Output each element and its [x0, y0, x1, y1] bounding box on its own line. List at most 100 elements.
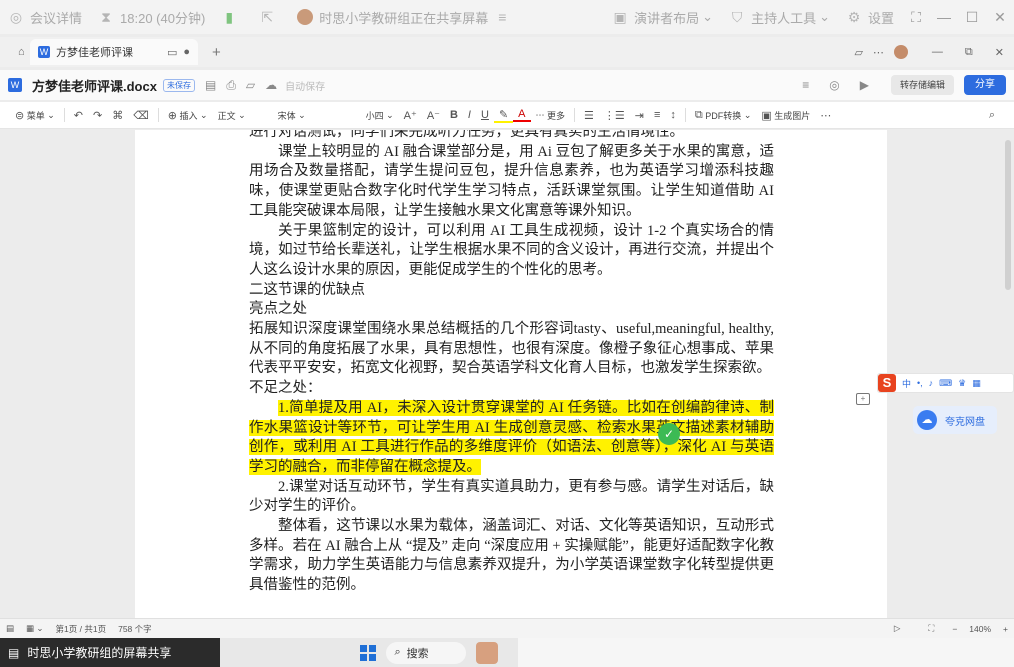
line-spacing-icon[interactable]: ↕	[665, 109, 681, 121]
play-icon[interactable]: ▷	[888, 623, 907, 634]
document-body[interactable]: 进行对话测试，同学们采完成听力任务，更具有真实的生活情境性。 课堂上较明显的 AI…	[249, 130, 774, 596]
highlight-icon[interactable]: ✎	[493, 108, 514, 123]
tab-window-icon[interactable]: ▭	[167, 46, 177, 59]
windows-start-icon[interactable]	[360, 644, 377, 661]
close-icon[interactable]: ✕	[995, 46, 1004, 59]
tab-document[interactable]: W 方梦佳老师评课 ▭ ●	[30, 39, 198, 65]
font-color-icon[interactable]: A	[513, 108, 531, 122]
user-avatar[interactable]	[893, 45, 908, 59]
folder-icon[interactable]: ▱	[854, 46, 862, 59]
convert-button[interactable]: 转存储编辑	[890, 75, 954, 95]
fullscreen-icon[interactable]: ⛶	[902, 9, 930, 26]
tab-bar: ⌂ W 方梦佳老师评课 ▭ ● + ▱ ⋯ — ⧉ ✕	[0, 37, 1014, 67]
signal-button[interactable]: ▮	[213, 0, 251, 34]
ribbon-toolbar: ⊜ 菜单 ⌄ ↶ ↷ ⌘ ⌫ ⊕ 插入 ⌄ 正文 ⌄ 宋体 ⌄ 小四 ⌄ A⁺ …	[0, 102, 1014, 129]
screen-share-indicator[interactable]: ▤ 时思小学教研组的屏幕共享	[0, 638, 221, 667]
overflow-icon[interactable]: ⋯	[815, 109, 836, 122]
zoom-out-icon[interactable]: −	[946, 624, 963, 634]
settings-button[interactable]: ⚙ 设置	[838, 0, 902, 34]
grow-font-icon[interactable]: A⁺	[399, 109, 422, 122]
document-paragraph[interactable]: 整体看，这节课以水果为载体，涵盖词汇、对话、文化等英语知识，互动形式多样。若在 …	[249, 517, 774, 596]
host-tools-button[interactable]: ⛉ 主持人工具 ⌄	[721, 0, 838, 34]
page-view-icon[interactable]: ▤	[0, 623, 20, 634]
fit-icon[interactable]: ⛶	[922, 623, 940, 634]
zoom-in-icon[interactable]: +	[997, 624, 1014, 634]
meeting-toolbar: ◎ 会议详情 ⧗ 18:20 (40分钟) ▮ ⇱ 时思小学教研组正在共享屏幕 …	[0, 0, 1014, 34]
document-paragraph[interactable]: 1.简单提及用 AI，未深入设计贯穿课堂的 AI 任务链。比如在创编韵律诗、制作…	[249, 399, 774, 478]
presenter-layout-button[interactable]: ▣ 演讲者布局 ⌄	[604, 0, 721, 34]
style-select[interactable]: 正文 ⌄	[213, 109, 273, 122]
document-page[interactable]: 进行对话测试，同学们采完成听力任务，更具有真实的生活情境性。 课堂上较明显的 AI…	[135, 130, 887, 618]
underline-icon[interactable]: U	[476, 109, 494, 121]
redo-icon[interactable]: ↷	[88, 109, 107, 122]
page-info: 第1页 / 共1页	[55, 623, 107, 634]
file-name[interactable]: 方梦佳老师评课.docx	[32, 76, 157, 95]
generate-image-button[interactable]: ▣ 生成图片	[756, 109, 815, 122]
home-icon[interactable]: ⌂	[18, 46, 25, 58]
taskbar-app-avatar[interactable]	[475, 641, 498, 664]
document-paragraph[interactable]: 拓展知识深度课堂围绕水果总结概括的几个形容词tasty、useful,meani…	[249, 320, 774, 379]
save-icon[interactable]: ▤	[205, 78, 216, 92]
ai-icon[interactable]: ◎	[829, 78, 839, 92]
indent-icon[interactable]: ⇥	[630, 109, 649, 122]
tab-dot-icon: ●	[183, 46, 190, 58]
menu-icon[interactable]: ≡	[802, 78, 809, 92]
close-icon[interactable]: ✕	[986, 9, 1014, 26]
sharer-avatar	[297, 9, 314, 25]
menu-button[interactable]: ⊜ 菜单 ⌄	[10, 109, 60, 122]
word-count[interactable]: 758 个字	[112, 623, 158, 635]
screen-share-icon: ▤	[8, 645, 20, 660]
font-size-select[interactable]: 小四 ⌄	[361, 109, 399, 122]
pdf-convert-button[interactable]: ⧉ PDF转换 ⌄	[690, 109, 756, 122]
popout-button[interactable]: ⇱	[251, 0, 289, 34]
ime-toolbar[interactable]: S 中 •, ♪ ⌨ ♛ ▦	[877, 373, 1014, 393]
zoom-level[interactable]: 140%	[963, 624, 997, 634]
bullet-list-icon[interactable]: ☰	[579, 109, 599, 122]
document-paragraph[interactable]: 亮点之处	[249, 300, 774, 320]
paragraph-text: 二这节课的优缺点	[249, 281, 365, 298]
print-icon[interactable]: ⎙	[226, 78, 236, 93]
layout-icon[interactable]: ▦ ⌄	[20, 623, 50, 634]
document-paragraph[interactable]: 关于果篮制定的设计，可以利用 AI 工具生成视频，设计 1-2 个真实场合的情境…	[249, 222, 774, 281]
minimize-icon[interactable]: —	[932, 46, 943, 58]
format-painter-icon[interactable]: ⌘	[107, 109, 128, 122]
image-icon: ▣	[761, 109, 772, 122]
numbered-list-icon[interactable]: ⋮☰	[599, 109, 630, 122]
font-select[interactable]: 宋体 ⌄	[273, 109, 361, 122]
undo-icon[interactable]: ↶	[69, 109, 88, 122]
more-icon[interactable]: ⋯	[873, 46, 884, 59]
signal-bars-icon: ▮	[225, 9, 234, 25]
taskbar-search[interactable]: ⌕ 搜索	[386, 641, 466, 664]
screen-icon[interactable]: ▶	[860, 78, 869, 92]
auto-save-toggle[interactable]: 自动保存	[285, 78, 325, 93]
wps-doc-icon: W	[8, 78, 22, 92]
italic-icon[interactable]: I	[463, 109, 476, 121]
eraser-icon[interactable]: ⌫	[128, 109, 154, 122]
quark-cloud-drive-button[interactable]: ☁ 夸克网盘	[913, 406, 997, 434]
shrink-font-icon[interactable]: A⁻	[422, 109, 445, 122]
document-paragraph[interactable]: 课堂上较明显的 AI 融合课堂部分是，用 Ai 豆包了解更多关于水果的寓意，适用…	[249, 143, 774, 222]
search-icon[interactable]: ⌕	[984, 109, 1000, 122]
document-paragraph[interactable]: 二这节课的优缺点	[249, 281, 774, 301]
document-paragraph[interactable]: 进行对话测试，同学们采完成听力任务，更具有真实的生活情境性。	[249, 130, 774, 143]
restore-icon[interactable]: ⧉	[965, 46, 973, 59]
search-icon: ⌕	[394, 646, 401, 658]
bold-icon[interactable]: B	[445, 109, 463, 121]
share-button[interactable]: 分享	[964, 75, 1006, 95]
minimize-icon[interactable]: —	[930, 9, 958, 25]
document-canvas[interactable]: 进行对话测试，同学们采完成听力任务，更具有真实的生活情境性。 课堂上较明显的 AI…	[0, 130, 1014, 618]
folder-icon[interactable]: ▱	[246, 78, 255, 92]
cloud-icon[interactable]: ☁	[265, 78, 277, 92]
document-paragraph[interactable]: 不足之处：	[249, 379, 774, 399]
more-button[interactable]: ⋯ 更多	[531, 109, 571, 122]
new-tab-icon[interactable]: +	[212, 44, 221, 61]
hamburger-icon: ⊜	[15, 109, 25, 122]
paragraph-text: 不足之处：	[249, 380, 322, 397]
align-icon[interactable]: ≡	[649, 109, 665, 121]
insert-button[interactable]: ⊕ 插入 ⌄	[163, 109, 213, 122]
vertical-scrollbar[interactable]	[1005, 140, 1011, 290]
document-paragraph[interactable]: 2.课堂对话互动环节，学生有真实道具助力，更有参与感。请学生对话后，缺少对学生的…	[249, 478, 774, 517]
comment-icon[interactable]: +	[856, 393, 870, 405]
maximize-icon[interactable]: ☐	[958, 9, 986, 26]
meeting-details-button[interactable]: ◎ 会议详情	[0, 0, 90, 34]
